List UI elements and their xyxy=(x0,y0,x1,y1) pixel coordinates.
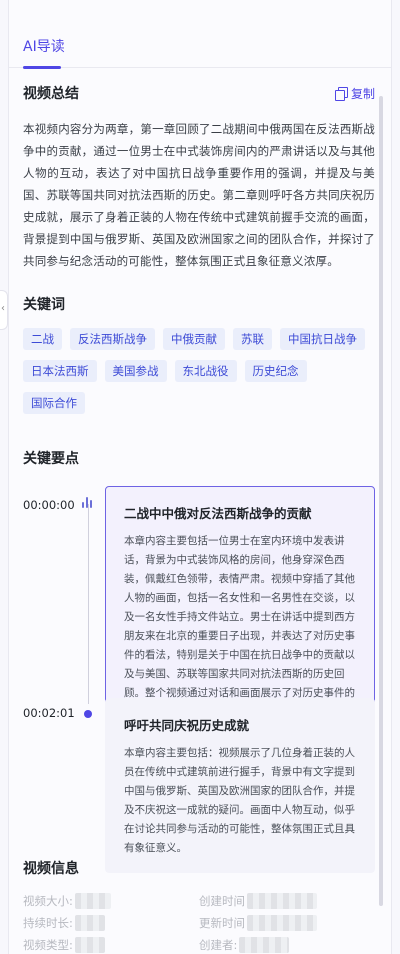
keyword-tag[interactable]: 二战 xyxy=(23,328,62,350)
keypoint-card[interactable]: 呼吁共同庆祝历史成就 本章内容主要包括：视频展示了几位身着正装的人员在传统中式建… xyxy=(105,698,375,873)
chevron-left-icon: ‹ xyxy=(1,303,5,314)
info-label-created: 创建时间 xyxy=(199,894,245,908)
redacted-value xyxy=(247,915,317,931)
summary-header: 视频总结 复制 xyxy=(23,80,375,106)
copy-label: 复制 xyxy=(350,86,375,101)
info-label-duration: 持续时长: xyxy=(23,916,73,930)
summary-title: 视频总结 xyxy=(23,86,79,102)
timeline-line xyxy=(88,504,89,704)
timeline-dot xyxy=(84,710,92,718)
info-label-type: 视频类型: xyxy=(23,938,73,952)
redacted-value xyxy=(74,915,105,931)
keypoint-text: 本章内容主要包括一位男士在室内环境中发表讲话，背景为中式装饰风格的房间，他身穿深… xyxy=(124,535,355,718)
copy-icon xyxy=(334,87,348,101)
keyword-tag[interactable]: 历史纪念 xyxy=(244,360,307,382)
info-label-size: 视频大小: xyxy=(23,894,73,908)
video-info-grid: 视频大小: 创建时间 持续时长: 更新时间 视频类型: 创建者: xyxy=(23,890,375,954)
redacted-value xyxy=(239,937,290,953)
tab-active-indicator xyxy=(23,66,61,69)
keypoint-text: 本章内容主要包括：视频展示了几位身着正装的人员在传统中式建筑前进行握手，背景中有… xyxy=(124,747,355,854)
keyword-tag[interactable]: 美国参战 xyxy=(104,360,167,382)
keyword-tag[interactable]: 日本法西斯 xyxy=(23,360,97,382)
keyword-tag[interactable]: 中俄贡献 xyxy=(163,328,225,350)
redacted-value xyxy=(74,937,105,953)
keyword-tag[interactable]: 苏联 xyxy=(233,328,272,350)
redacted-value xyxy=(247,893,317,909)
copy-button[interactable]: 复制 xyxy=(334,85,375,102)
panel-content: 视频总结 复制 本视频内容分为两章，第一章回顾了二战期间中俄两国在反法西斯战争中… xyxy=(23,80,375,873)
video-info-title: 视频信息 xyxy=(23,861,79,877)
keyword-tag[interactable]: 国际合作 xyxy=(23,392,85,414)
info-label-updated: 更新时间 xyxy=(199,916,245,930)
info-label-creator: 创建者: xyxy=(199,938,238,952)
redacted-value xyxy=(74,893,111,909)
scrollbar[interactable] xyxy=(379,96,383,906)
keypoints-title: 关键要点 xyxy=(23,451,79,467)
keyword-tag[interactable]: 反法西斯战争 xyxy=(70,328,155,350)
keypoint-time[interactable]: 00:02:01 xyxy=(23,706,75,720)
keyword-tag[interactable]: 中国抗日战争 xyxy=(280,328,365,350)
keyword-tag[interactable]: 东北战役 xyxy=(174,360,237,382)
keypoint-title: 二战中中俄对反法西斯战争的贡献 xyxy=(124,506,312,521)
ai-guide-panel: AI导读 视频总结 复制 本视频内容分为两章，第一章回顾了二战期间中俄两国在反法… xyxy=(8,0,392,954)
tab-ai-guide[interactable]: AI导读 xyxy=(23,36,65,56)
keywords-title: 关键词 xyxy=(23,297,65,313)
playing-bars-icon xyxy=(81,496,95,508)
keypoint-title: 呼吁共同庆祝历史成就 xyxy=(124,718,250,733)
summary-text: 本视频内容分为两章，第一章回顾了二战期间中俄两国在反法西斯战争中的贡献，通过一位… xyxy=(23,122,375,268)
keyword-tags: 二战 反法西斯战争 中俄贡献 苏联 中国抗日战争 日本法西斯 美国参战 东北战役… xyxy=(23,328,375,414)
panel-collapse-handle[interactable]: ‹ xyxy=(0,290,8,330)
tab-bar: AI导读 xyxy=(9,0,391,69)
keypoint-time[interactable]: 00:00:00 xyxy=(23,498,75,512)
